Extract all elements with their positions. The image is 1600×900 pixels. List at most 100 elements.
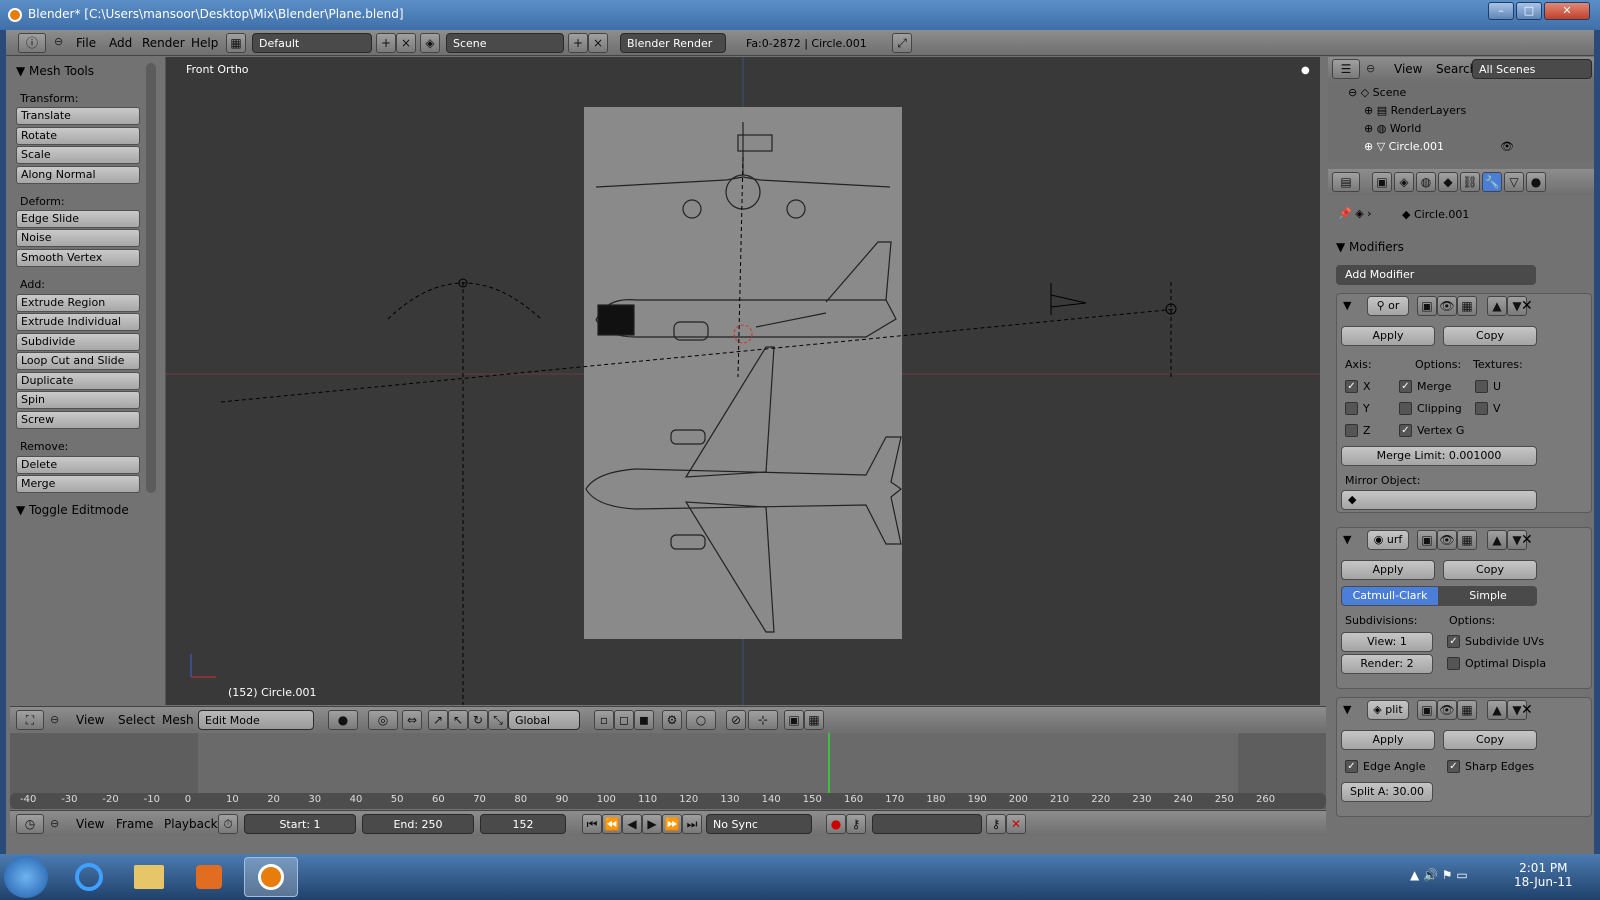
keying-set-field[interactable] <box>872 814 982 834</box>
edge-select-icon[interactable]: ◻ <box>614 710 634 730</box>
spin-button[interactable]: Spin <box>16 391 140 409</box>
subsurf-collapse-icon[interactable]: ▼ <box>1343 533 1351 546</box>
screen-layout-field[interactable]: Default <box>252 33 372 53</box>
file-explorer-icon[interactable] <box>122 857 176 897</box>
mirror-v-checkbox[interactable] <box>1475 402 1488 415</box>
jump-start-icon[interactable]: ⏮ <box>582 814 602 834</box>
mirror-editmode-toggle-icon[interactable]: ▦ <box>1457 296 1477 316</box>
maximize-button[interactable]: □ <box>1516 2 1542 20</box>
mirror-merge-checkbox[interactable]: ✓ <box>1399 380 1412 393</box>
toolshelf-scrollbar[interactable] <box>146 63 156 493</box>
scale-button[interactable]: Scale <box>16 146 140 164</box>
mirror-render-toggle-icon[interactable]: ▣ <box>1417 296 1437 316</box>
minimize-button[interactable]: – <box>1488 2 1514 20</box>
outliner-collapse-icon[interactable]: ⊖ <box>1366 62 1375 75</box>
menu-help[interactable]: Help <box>191 36 218 50</box>
edgesplit-view-toggle-icon[interactable]: 👁 <box>1437 700 1457 720</box>
keying-set-icon[interactable]: ⏱ <box>218 814 238 834</box>
manipulator-toggle-icon[interactable]: ⇔ <box>402 710 422 730</box>
edgesplit-move-up-icon[interactable]: ▲ <box>1487 700 1507 720</box>
timeline-menu-playback[interactable]: Playback <box>164 817 218 831</box>
outliner-menu-view[interactable]: View <box>1394 62 1422 76</box>
edgesplit-copy-button[interactable]: Copy <box>1443 730 1537 750</box>
outliner-item-scene[interactable]: ⊖ ◇ Scene <box>1348 86 1406 99</box>
timeline-menu-frame[interactable]: Frame <box>116 817 153 831</box>
edgesplit-apply-button[interactable]: Apply <box>1341 730 1435 750</box>
add-modifier-button[interactable]: Add Modifier <box>1336 265 1536 285</box>
render-preview-icon[interactable]: ▣ <box>784 710 804 730</box>
mirror-remove-icon[interactable]: ✕ <box>1521 298 1533 314</box>
subsurf-view-toggle-icon[interactable]: 👁 <box>1437 530 1457 550</box>
menu-add[interactable]: Add <box>109 36 132 50</box>
occlude-geometry-icon[interactable]: ⚙ <box>662 710 682 730</box>
add-layout-icon[interactable]: + <box>376 33 396 53</box>
vertex-select-icon[interactable]: ▫ <box>594 710 614 730</box>
blender-taskbar-icon[interactable] <box>244 857 298 897</box>
prev-keyframe-icon[interactable]: ⏪ <box>602 814 622 834</box>
snap-element-icon[interactable]: ⊹ <box>748 710 778 730</box>
edgesplit-remove-icon[interactable]: ✕ <box>1521 702 1533 718</box>
system-tray-icons[interactable]: ▲ 🔊 ⚑ ▭ <box>1410 868 1468 882</box>
merge-limit-field[interactable]: Merge Limit: 0.001000 <box>1341 446 1537 466</box>
3d-viewport[interactable]: Front Ortho (152) Circle.001 ● <box>166 57 1320 705</box>
delete-button[interactable]: Delete <box>16 456 140 474</box>
collapse-icon[interactable]: ⊖ <box>54 35 63 48</box>
material-context-icon[interactable]: ● <box>1526 172 1546 192</box>
outliner-item-renderlayers[interactable]: ⊕ ▤ RenderLayers <box>1364 104 1466 117</box>
sharp-edges-checkbox[interactable]: ✓ <box>1447 760 1460 773</box>
mirror-apply-button[interactable]: Apply <box>1341 326 1435 346</box>
mirror-collapse-icon[interactable]: ▼ <box>1343 299 1351 312</box>
add-scene-icon[interactable]: + <box>568 33 588 53</box>
start-frame-field[interactable]: Start: 1 <box>244 814 356 834</box>
scene-icon[interactable]: ◈ <box>420 33 440 53</box>
orientation-select[interactable]: Global <box>508 710 580 730</box>
modifiers-context-icon[interactable]: 🔧 <box>1482 172 1502 192</box>
outliner-filter-select[interactable]: All Scenes <box>1472 59 1592 79</box>
edgesplit-name-field[interactable]: ◈ plit <box>1367 700 1409 720</box>
subsurf-move-up-icon[interactable]: ▲ <box>1487 530 1507 550</box>
subsurf-editmode-toggle-icon[interactable]: ▦ <box>1457 530 1477 550</box>
viewport-collapse-icon[interactable]: ⊖ <box>50 713 59 726</box>
rotate-manipulator-icon[interactable]: ↻ <box>468 710 488 730</box>
render-context-icon[interactable]: ▣ <box>1372 172 1392 192</box>
sync-mode-select[interactable]: No Sync <box>706 814 812 834</box>
loop-cut-button[interactable]: Loop Cut and Slide <box>16 352 140 370</box>
simple-tab[interactable]: Simple <box>1439 586 1537 606</box>
world-context-icon[interactable]: ◍ <box>1416 172 1436 192</box>
delete-keyframe-icon[interactable]: ✕ <box>1006 814 1026 834</box>
menu-render[interactable]: Render <box>142 36 185 50</box>
mirror-z-checkbox[interactable] <box>1345 424 1358 437</box>
mirror-vertexg-checkbox[interactable]: ✓ <box>1399 424 1412 437</box>
start-button[interactable] <box>4 856 48 898</box>
pin-icon[interactable]: 📌 ◈ › <box>1338 207 1372 220</box>
subsurf-name-field[interactable]: ◉ urf <box>1367 530 1409 550</box>
data-context-icon[interactable]: ▽ <box>1504 172 1524 192</box>
mirror-view-toggle-icon[interactable]: 👁 <box>1437 296 1457 316</box>
scene-context-icon[interactable]: ◈ <box>1394 172 1414 192</box>
edgesplit-render-toggle-icon[interactable]: ▣ <box>1417 700 1437 720</box>
fullscreen-icon[interactable]: ⤢ <box>892 33 912 53</box>
optimal-display-checkbox[interactable] <box>1447 657 1460 670</box>
outliner-item-world[interactable]: ⊕ ◍ World <box>1364 122 1421 135</box>
subsurf-copy-button[interactable]: Copy <box>1443 560 1537 580</box>
keying-icon[interactable]: ⚷ <box>846 814 866 834</box>
properties-editor-type-icon[interactable]: ▤ <box>1332 172 1360 192</box>
merge-button[interactable]: Merge <box>16 475 140 493</box>
current-frame-field[interactable]: 152 <box>480 814 566 834</box>
viewport-menu-mesh[interactable]: Mesh <box>162 713 194 727</box>
smooth-vertex-button[interactable]: Smooth Vertex <box>16 249 140 267</box>
visibility-eye-icon[interactable]: 👁 <box>1500 140 1514 153</box>
insert-keyframe-icon[interactable]: ⚷ <box>986 814 1006 834</box>
constraints-context-icon[interactable]: ⛓ <box>1460 172 1480 192</box>
clock[interactable]: 2:01 PM 18-Jun-11 <box>1514 861 1573 889</box>
mesh-tools-panel-title[interactable]: ▼ Mesh Tools <box>16 64 94 78</box>
render-animation-icon[interactable]: ▦ <box>804 710 824 730</box>
extrude-individual-button[interactable]: Extrude Individual <box>16 313 140 331</box>
proportional-edit-icon[interactable]: ○ <box>686 710 716 730</box>
viewport-menu-select[interactable]: Select <box>118 713 155 727</box>
split-angle-field[interactable]: Split A: 30.00 <box>1341 782 1433 802</box>
scale-manipulator-icon[interactable]: ⤡ <box>488 710 508 730</box>
menu-file[interactable]: File <box>76 36 96 50</box>
mirror-name-field[interactable]: ⚲ or <box>1367 296 1409 316</box>
catmull-clark-tab[interactable]: Catmull-Clark <box>1341 586 1439 606</box>
